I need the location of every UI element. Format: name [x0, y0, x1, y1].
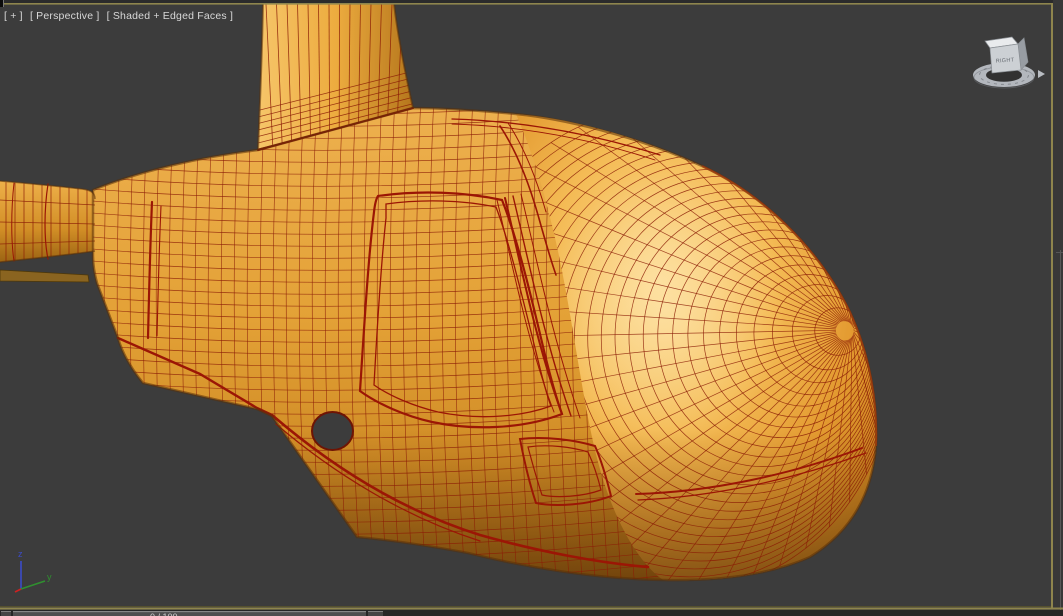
tail-tube[interactable] [0, 181, 95, 262]
hull-hole [311, 411, 354, 451]
axis-y-label: y [47, 572, 52, 582]
viewport-border-right [1051, 3, 1053, 609]
corner-notch [0, 0, 3, 7]
viewport[interactable]: 0 / 100 [ + ] [ Perspective ] [ Shaded +… [0, 0, 1063, 616]
panel-divider-tick [1056, 252, 1063, 253]
time-slider-label: 0 / 100 [150, 612, 178, 616]
panel-divider-line [1060, 250, 1061, 616]
axis-z-label: z [18, 549, 23, 559]
viewport-border-top [0, 3, 1063, 5]
time-next-highlight [368, 611, 383, 612]
viewport-label: [ + ] [ Perspective ] [ Shaded + Edged F… [4, 10, 233, 22]
top-strip [0, 0, 1063, 3]
time-slider-highlight [13, 611, 366, 613]
viewport-border-bottom [0, 607, 1063, 610]
command-panel-edge [1053, 0, 1063, 616]
viewport-menu-pov[interactable]: [ Perspective ] [30, 10, 100, 22]
time-prev-highlight [1, 611, 11, 612]
corner-notch-edge [3, 0, 4, 7]
viewport-menu-general[interactable]: [ + ] [4, 10, 23, 22]
viewport-border-bottom-dark [0, 606, 1051, 607]
viewport-canvas[interactable]: 0 / 100 [ + ] [ Perspective ] [ Shaded +… [0, 0, 1063, 616]
time-slider-strip[interactable]: 0 / 100 [0, 610, 1063, 616]
viewport-menu-shading[interactable]: [ Shaded + Edged Faces ] [107, 10, 234, 22]
